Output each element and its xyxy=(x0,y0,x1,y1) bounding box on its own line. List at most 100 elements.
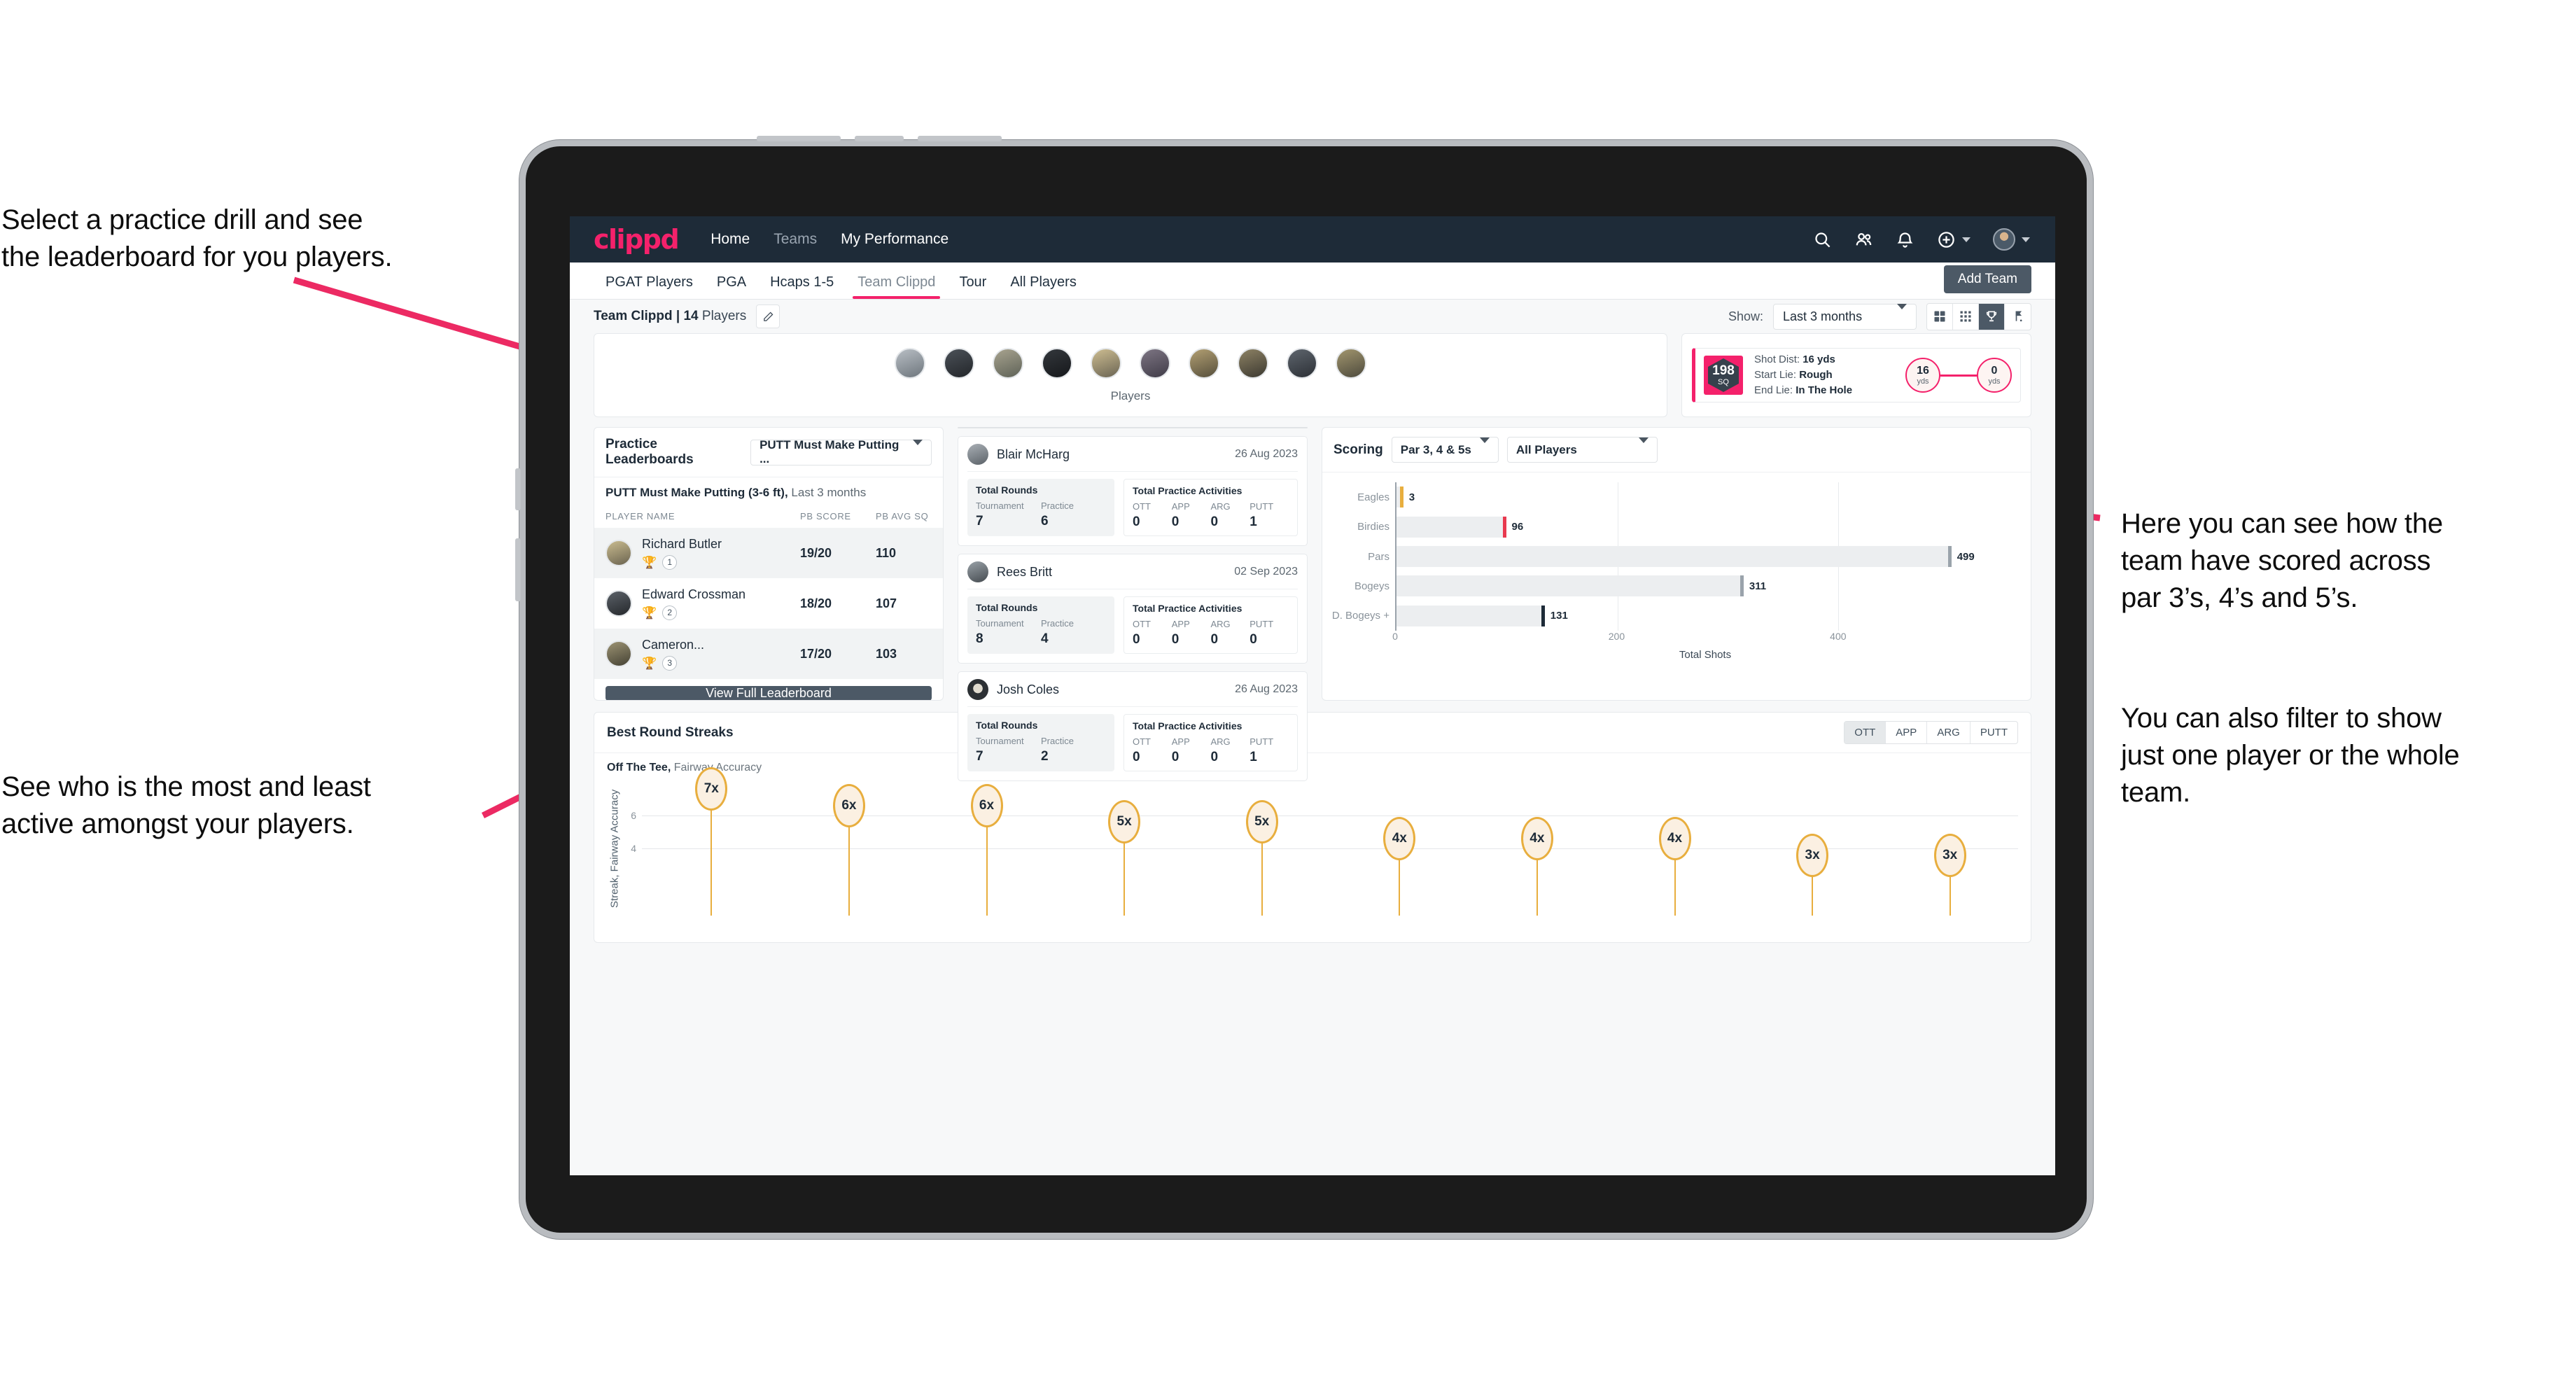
players-filter-select[interactable]: All Players xyxy=(1506,437,1658,463)
shot-detail-card[interactable]: 198 SQ Shot Dist: 16 yds Start Lie: Roug… xyxy=(1692,348,2021,402)
shot-distance-visual: 16 yds 0 yds xyxy=(1905,358,2012,393)
view-mode-toggle xyxy=(1926,302,2031,330)
chevron-down-icon[interactable] xyxy=(2022,237,2030,242)
streak-marker[interactable]: 4x xyxy=(1658,817,1691,916)
view-full-leaderboard-button[interactable]: View Full Leaderboard xyxy=(606,686,932,700)
bell-icon[interactable] xyxy=(1896,230,1914,249)
plus-circle-icon[interactable] xyxy=(1937,230,1956,249)
column-pb-score: PB SCORE xyxy=(800,511,851,522)
tab-team-clippd[interactable]: Team Clippd xyxy=(846,274,947,299)
table-row[interactable]: Richard Butler 🏆 1 19/20 110 xyxy=(594,528,943,578)
distance-connector xyxy=(1940,374,1977,377)
scoring-title: Scoring xyxy=(1334,442,1383,457)
scoring-x-tick: 200 xyxy=(1608,631,1625,642)
streak-value-bubble: 5x xyxy=(1108,800,1141,844)
avatar[interactable] xyxy=(1993,228,2015,251)
device-button-top-3 xyxy=(918,136,1002,141)
scoring-bar-fill xyxy=(1396,575,1740,597)
tab-pgat-players[interactable]: PGAT Players xyxy=(594,274,705,299)
clippd-logo[interactable]: clippd xyxy=(594,224,680,255)
nav-item-my-performance[interactable]: My Performance xyxy=(841,231,948,248)
putt-value: 0 xyxy=(1250,632,1257,647)
pb-avg-sq-value: 103 xyxy=(876,646,897,661)
toggle-ott[interactable]: OTT xyxy=(1844,722,1886,743)
nav-item-teams[interactable]: Teams xyxy=(774,231,817,248)
scoring-bar-category: Pars xyxy=(1368,550,1390,563)
scoring-bar[interactable]: Bogeys 311 xyxy=(1354,575,2015,597)
app-value: 0 xyxy=(1171,750,1180,764)
player-name: Edward Crossman xyxy=(642,587,746,601)
avatar[interactable] xyxy=(1091,347,1121,379)
streaks-plot-area: 4 6 7x 6x 6x 5x 5x 4x 4x 4x 3x 3x xyxy=(631,766,2018,916)
par-filter-select[interactable]: Par 3, 4 & 5s xyxy=(1391,437,1499,463)
streak-marker[interactable]: 7x xyxy=(695,766,728,916)
tab-tour[interactable]: Tour xyxy=(947,274,998,299)
avatar[interactable] xyxy=(1336,347,1366,379)
scoring-bar[interactable]: Pars 499 xyxy=(1368,546,2015,567)
header-actions xyxy=(1813,228,2030,251)
scoring-bar[interactable]: Eagles 3 xyxy=(1357,486,2015,508)
streak-marker[interactable]: 3x xyxy=(1933,833,1966,916)
avatar[interactable] xyxy=(944,347,974,379)
toggle-putt[interactable]: PUTT xyxy=(1970,722,2017,743)
streak-marker[interactable]: 6x xyxy=(832,783,865,916)
scoring-bar[interactable]: D. Bogeys + 131 xyxy=(1332,605,2015,626)
tab-all-players[interactable]: All Players xyxy=(998,274,1088,299)
activity-tabs: Most Active Least Active xyxy=(958,427,1308,428)
streaks-category-toggle: OTT APP ARG PUTT xyxy=(1844,721,2018,744)
timeframe-select[interactable]: Last 3 months xyxy=(1773,303,1917,330)
toggle-arg[interactable]: ARG xyxy=(1927,722,1970,743)
pencil-icon[interactable] xyxy=(756,304,780,328)
chevron-down-icon xyxy=(1897,303,1907,323)
practice-activities-box: Total Practice Activities OTT 0 APP 0 ARG 0… xyxy=(1124,479,1298,536)
practice-value: 2 xyxy=(1041,749,1049,764)
trophy-view-icon[interactable] xyxy=(1979,303,2005,330)
tab-pga[interactable]: PGA xyxy=(705,274,758,299)
avatar[interactable] xyxy=(1238,347,1268,379)
grid-view-icon[interactable] xyxy=(1953,303,1979,330)
drill-select[interactable]: PUTT Must Make Putting ... xyxy=(750,438,932,465)
toggle-app[interactable]: APP xyxy=(1886,722,1928,743)
cards-view-icon[interactable] xyxy=(1927,303,1953,330)
course-view-icon[interactable] xyxy=(2005,304,2031,330)
avatar[interactable] xyxy=(1042,347,1072,379)
streak-marker[interactable]: 5x xyxy=(1108,800,1141,916)
avatar[interactable] xyxy=(993,347,1023,379)
table-row[interactable]: Cameron... 🏆 3 17/20 103 xyxy=(594,629,943,679)
chevron-down-icon[interactable] xyxy=(1962,237,1970,242)
shot-dist-value: 16 yds xyxy=(1802,354,1835,366)
ott-header: OTT xyxy=(1133,736,1151,747)
people-icon[interactable] xyxy=(1854,230,1873,249)
total-rounds-box: Total Rounds Tournament 7 Practice 6 xyxy=(967,479,1114,536)
search-icon[interactable] xyxy=(1813,230,1832,249)
avatar[interactable] xyxy=(1287,347,1317,379)
add-menu[interactable] xyxy=(1937,230,1970,249)
putt-value: 1 xyxy=(1250,750,1257,764)
add-team-button[interactable]: Add Team xyxy=(1943,265,2031,293)
scoring-bar-value: 131 xyxy=(1550,610,1568,622)
total-rounds-box: Total Rounds Tournament 8 Practice 4 xyxy=(967,596,1114,654)
streak-marker[interactable]: 5x xyxy=(1245,800,1278,916)
device-button-top-2 xyxy=(855,136,904,141)
ott-header: OTT xyxy=(1133,501,1151,512)
activity-card[interactable]: Blair McHarg 26 Aug 2023 Total Rounds To… xyxy=(958,436,1308,546)
activity-card[interactable]: Rees Britt 02 Sep 2023 Total Rounds Tour… xyxy=(958,554,1308,664)
avatar[interactable] xyxy=(1140,347,1170,379)
streak-marker[interactable]: 4x xyxy=(1383,817,1416,916)
account-menu[interactable] xyxy=(1993,228,2030,251)
streak-marker[interactable]: 3x xyxy=(1796,833,1829,916)
streak-marker[interactable]: 4x xyxy=(1520,817,1553,916)
table-row[interactable]: Edward Crossman 🏆 2 18/20 107 xyxy=(594,578,943,629)
device-button-top-1 xyxy=(757,136,841,141)
player-avatars xyxy=(895,347,1366,379)
scoring-bar[interactable]: Birdies 96 xyxy=(1357,516,2015,538)
streak-marker[interactable]: 6x xyxy=(970,783,1003,916)
scoring-plot-area: Eagles 3 Birdies 96 Pars 499 Bogeys 311 D. Bogey… xyxy=(1332,482,2015,631)
tab-hcaps-1-5[interactable]: Hcaps 1-5 xyxy=(758,274,846,299)
total-rounds-box: Total Rounds Tournament 7 Practice 2 xyxy=(967,714,1114,771)
activity-card[interactable]: Josh Coles 26 Aug 2023 Total Rounds Tour… xyxy=(958,671,1308,781)
avatar[interactable] xyxy=(895,347,925,379)
avatar[interactable] xyxy=(1189,347,1219,379)
nav-item-home[interactable]: Home xyxy=(710,231,750,248)
end-distance-unit: yds xyxy=(1988,377,2001,386)
